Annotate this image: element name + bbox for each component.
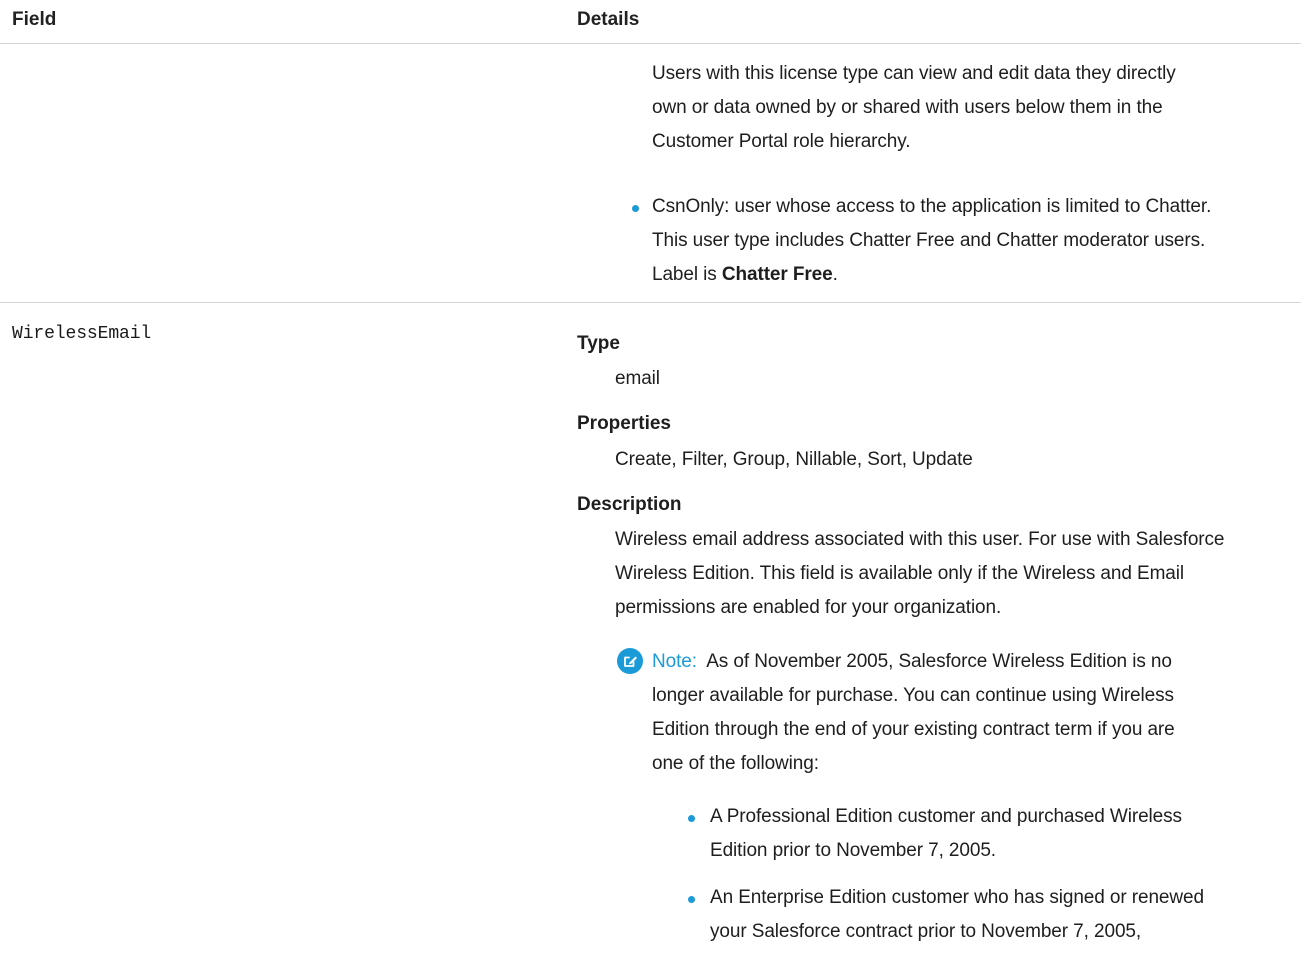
- field-name: WirelessEmail: [12, 324, 152, 344]
- properties-label: Properties: [577, 413, 671, 434]
- description-line: own or data owned by or shared with user…: [652, 97, 1163, 118]
- bullet-line: CsnOnly: user whose access to the applic…: [652, 196, 1212, 217]
- bullet-line-suffix: .: [832, 264, 838, 285]
- description-label: Description: [577, 494, 682, 515]
- note-line: one of the following:: [652, 753, 819, 774]
- properties-value: Create, Filter, Group, Nillable, Sort, U…: [615, 449, 973, 470]
- bullet-dot-icon: [632, 205, 639, 212]
- note-bullet-line: An Enterprise Edition customer who has s…: [710, 887, 1204, 908]
- description-line: permissions are enabled for your organiz…: [615, 597, 1002, 618]
- row-divider: [0, 302, 1301, 303]
- description-line: Wireless email address associated with t…: [615, 529, 1225, 550]
- bullet-line-prefix: Label is: [652, 264, 722, 285]
- header-details: Details: [577, 9, 640, 30]
- note-label: Note:: [652, 651, 697, 672]
- note-bullet-line: A Professional Edition customer and purc…: [710, 806, 1182, 827]
- note-edit-icon: [617, 648, 643, 674]
- note-bullet-line: your Salesforce contract prior to Novemb…: [710, 921, 1142, 942]
- note-line: longer available for purchase. You can c…: [652, 685, 1174, 706]
- note-text: As of November 2005, Salesforce Wireless…: [706, 651, 1172, 672]
- chatter-free-label: Chatter Free: [721, 264, 833, 285]
- type-value: email: [615, 368, 660, 389]
- note-line: Edition through the end of your existing…: [652, 719, 1175, 740]
- bullet-line: This user type includes Chatter Free and…: [652, 230, 1206, 251]
- type-label: Type: [577, 333, 620, 354]
- bullet-line: Label is Chatter Free.: [652, 258, 838, 291]
- description-line: Users with this license type can view an…: [652, 63, 1176, 84]
- note-bullet-line: Edition prior to November 7, 2005.: [710, 840, 996, 861]
- description-line: Customer Portal role hierarchy.: [652, 131, 911, 152]
- bullet-dot-icon: [688, 815, 695, 822]
- note-line: Note: As of November 2005, Salesforce Wi…: [652, 645, 1172, 678]
- description-line: Wireless Edition. This field is availabl…: [615, 563, 1185, 584]
- header-field: Field: [12, 9, 57, 30]
- table-header: Field Details: [0, 0, 1301, 44]
- bullet-dot-icon: [688, 896, 695, 903]
